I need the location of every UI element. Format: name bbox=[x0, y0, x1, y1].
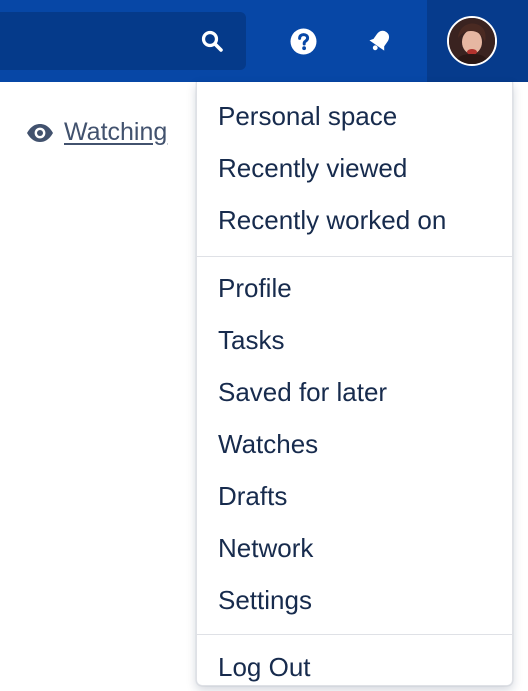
search-icon[interactable] bbox=[200, 29, 224, 53]
help-icon[interactable] bbox=[290, 28, 317, 55]
menu-item-settings[interactable]: Settings bbox=[197, 574, 512, 626]
top-navigation-bar bbox=[0, 0, 528, 82]
menu-item-recently-viewed[interactable]: Recently viewed bbox=[197, 142, 512, 194]
user-avatar[interactable] bbox=[447, 16, 497, 66]
menu-item-log-out[interactable]: Log Out bbox=[197, 641, 512, 691]
notification-icon[interactable] bbox=[366, 27, 394, 55]
eye-icon bbox=[27, 123, 53, 142]
search-box[interactable] bbox=[0, 12, 246, 70]
user-dropdown-menu: Personal space Recently viewed Recently … bbox=[196, 82, 513, 686]
menu-item-profile[interactable]: Profile bbox=[197, 262, 512, 314]
menu-item-tasks[interactable]: Tasks bbox=[197, 314, 512, 366]
menu-item-personal-space[interactable]: Personal space bbox=[197, 90, 512, 142]
user-menu-trigger[interactable] bbox=[427, 0, 528, 82]
menu-section-account: Profile Tasks Saved for later Watches Dr… bbox=[197, 257, 512, 634]
menu-item-recently-worked-on[interactable]: Recently worked on bbox=[197, 194, 512, 246]
watching-control[interactable]: Watching bbox=[26, 118, 167, 147]
menu-item-watches[interactable]: Watches bbox=[197, 418, 512, 470]
menu-item-saved-for-later[interactable]: Saved for later bbox=[197, 366, 512, 418]
menu-item-drafts[interactable]: Drafts bbox=[197, 470, 512, 522]
menu-section-logout: Log Out bbox=[197, 635, 512, 691]
menu-item-network[interactable]: Network bbox=[197, 522, 512, 574]
watching-label[interactable]: Watching bbox=[64, 118, 167, 147]
menu-section-spaces: Personal space Recently viewed Recently … bbox=[197, 82, 512, 256]
app-page: Watching Personal space Recently viewed … bbox=[0, 0, 528, 691]
